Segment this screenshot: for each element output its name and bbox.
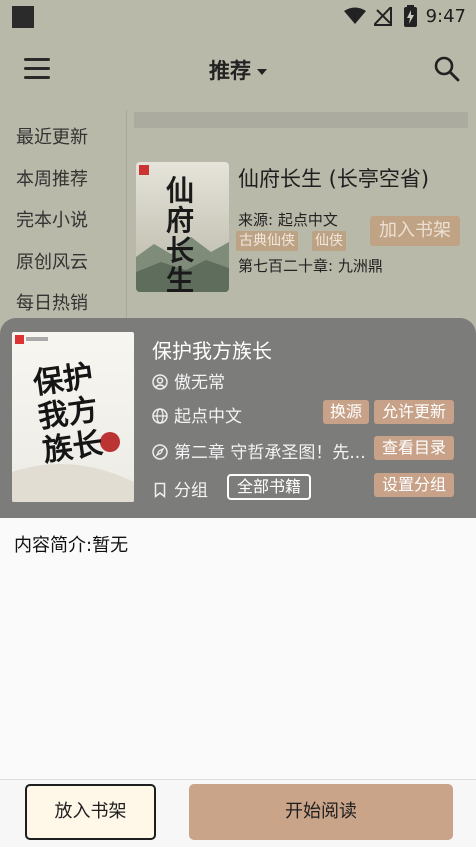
signal-off-icon — [374, 7, 392, 26]
set-group-button[interactable]: 设置分组 — [374, 473, 454, 497]
globe-icon — [152, 408, 168, 424]
allow-update-button[interactable]: 允许更新 — [374, 400, 454, 424]
bookmark-icon — [154, 482, 166, 498]
list-header-strip — [134, 112, 468, 128]
switch-source-button[interactable]: 换源 — [323, 400, 369, 424]
book-title: 保护我方族长 — [152, 339, 272, 363]
chapter-row: 第二章 守哲承圣图！先... — [152, 438, 366, 463]
sidebar-item-recent[interactable]: 最近更新 — [16, 123, 88, 149]
page-title[interactable]: 推荐 — [0, 55, 476, 85]
battery-charging-icon — [404, 5, 417, 27]
sidebar-item-weekly[interactable]: 本周推荐 — [16, 165, 88, 191]
author-name: 傲无常 — [174, 373, 225, 393]
category-sidebar: 最近更新 本周推荐 完本小说 原创风云 每日热销 — [0, 110, 127, 320]
add-to-shelf-button[interactable]: 加入书架 — [370, 216, 460, 246]
group-row: 分组 — [152, 476, 208, 501]
add-to-shelf-button[interactable]: 放入书架 — [25, 784, 156, 840]
notification-icon — [12, 6, 34, 28]
sidebar-item-daily-hot[interactable]: 每日热销 — [16, 289, 88, 315]
dropdown-caret-icon — [257, 69, 267, 75]
wifi-icon — [344, 7, 366, 24]
search-icon[interactable] — [434, 56, 460, 82]
current-chapter: 第二章 守哲承圣图！先... — [174, 443, 366, 463]
compass-icon — [152, 444, 168, 460]
status-bar: 9:47 — [0, 0, 476, 34]
start-reading-button[interactable]: 开始阅读 — [189, 784, 453, 840]
book-info-dialog-body — [0, 518, 476, 780]
cover-title-art: 仙府长生 — [166, 174, 195, 293]
group-label: 分组 — [174, 481, 208, 501]
book-tag: 仙侠 — [312, 231, 346, 251]
cover-title-art: 保护我方族长 — [31, 358, 105, 470]
clock: 9:47 — [425, 6, 466, 27]
book-tag: 古典仙侠 — [236, 231, 298, 251]
user-icon — [152, 374, 168, 390]
book-source: 来源: 起点中文 — [238, 211, 338, 229]
book-cover[interactable]: 保护我方族长 — [12, 332, 134, 502]
book-description: 内容简介:暂无 — [14, 535, 129, 556]
latest-chapter: 第七百二十章: 九洲鼎 — [238, 257, 383, 275]
view-toc-button[interactable]: 查看目录 — [374, 436, 454, 460]
page-title-label: 推荐 — [209, 59, 251, 83]
author-row: 傲无常 — [152, 368, 225, 393]
group-value-badge: 全部书籍 — [227, 474, 311, 500]
source-name: 起点中文 — [174, 407, 242, 427]
sidebar-item-original[interactable]: 原创风云 — [16, 248, 88, 274]
book-cover[interactable]: 仙府长生 — [136, 162, 229, 292]
book-title[interactable]: 仙府长生 (长亭空省) — [238, 163, 429, 193]
source-row: 起点中文 — [152, 402, 242, 427]
sidebar-item-completed[interactable]: 完本小说 — [16, 206, 88, 232]
